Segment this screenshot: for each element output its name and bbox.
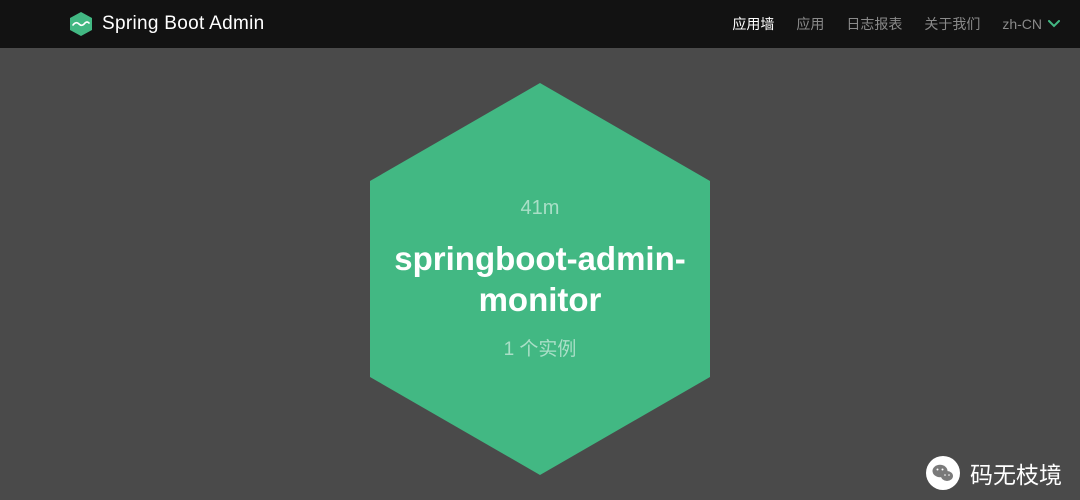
brand-title: Spring Boot Admin bbox=[102, 13, 264, 35]
chevron-down-icon bbox=[1048, 17, 1060, 31]
application-name: springboot-admin-monitor bbox=[390, 238, 690, 321]
application-tile[interactable]: 41m springboot-admin-monitor 1 个实例 bbox=[370, 83, 710, 475]
watermark: 码无枝境 bbox=[926, 456, 1062, 490]
watermark-text: 码无枝境 bbox=[970, 456, 1062, 490]
uptime-label: 41m bbox=[390, 197, 690, 220]
nav-item-about[interactable]: 关于我们 bbox=[924, 14, 980, 34]
language-label: zh-CN bbox=[1002, 16, 1042, 32]
nav-item-wallboard[interactable]: 应用墙 bbox=[732, 14, 774, 34]
logo-icon bbox=[70, 12, 92, 36]
wallboard: 41m springboot-admin-monitor 1 个实例 bbox=[0, 48, 1080, 500]
nav-right: 应用墙 应用 日志报表 关于我们 zh-CN bbox=[732, 14, 1060, 34]
tile-content: 41m springboot-admin-monitor 1 个实例 bbox=[370, 197, 710, 362]
wechat-icon bbox=[926, 456, 960, 490]
instances-label: 1 个实例 bbox=[390, 334, 690, 361]
language-select[interactable]: zh-CN bbox=[1002, 16, 1060, 32]
nav-item-journal[interactable]: 日志报表 bbox=[846, 14, 902, 34]
navbar: Spring Boot Admin 应用墙 应用 日志报表 关于我们 zh-CN bbox=[0, 0, 1080, 48]
nav-item-applications[interactable]: 应用 bbox=[796, 14, 824, 34]
brand[interactable]: Spring Boot Admin bbox=[70, 12, 264, 36]
